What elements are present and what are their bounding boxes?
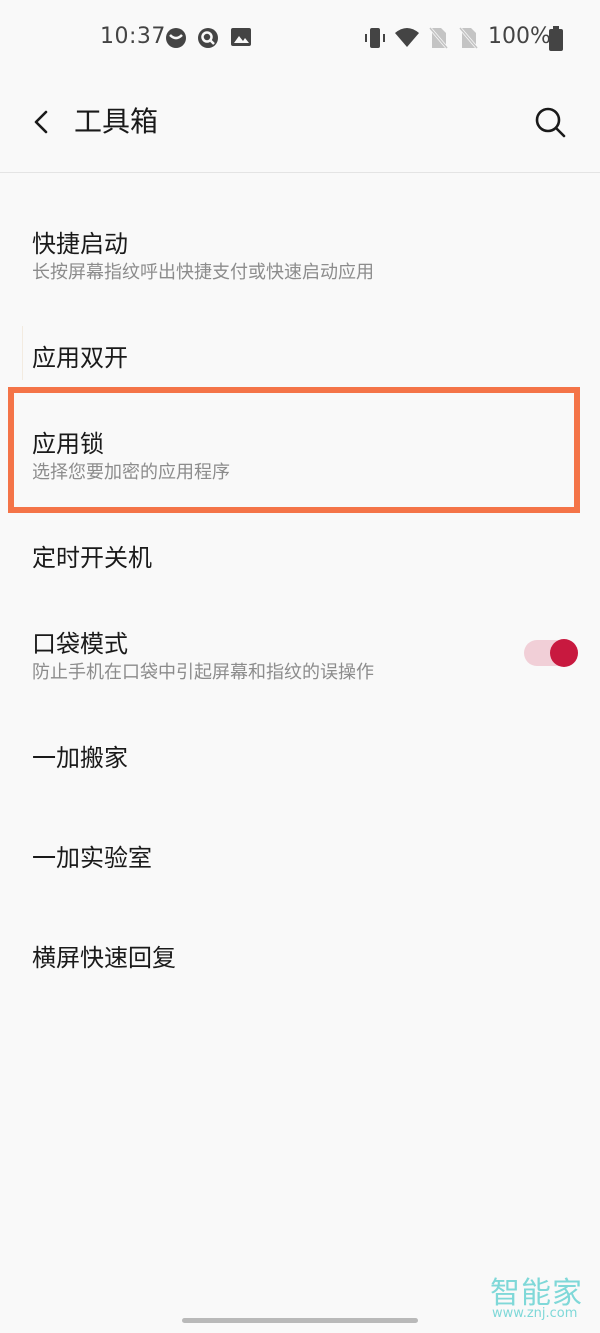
search-button[interactable] — [530, 102, 570, 142]
vibrate-icon — [365, 28, 385, 48]
watermark-url: www.znj.com — [492, 1306, 578, 1321]
chat-icon — [198, 28, 218, 48]
item-title: 快捷启动 — [32, 230, 128, 258]
item-title: 一加实验室 — [32, 844, 152, 872]
no-sim-icon — [428, 27, 448, 49]
item-title: 口袋模式 — [32, 630, 128, 658]
wifi-icon — [395, 28, 419, 47]
list-item-pocket-mode[interactable]: 口袋模式 防止手机在口袋中引起屏幕和指纹的误操作 — [0, 608, 600, 704]
toggle-thumb — [550, 639, 578, 667]
item-subtitle: 长按屏幕指纹呼出快捷支付或快速启动应用 — [32, 262, 374, 283]
battery-percent: 100% — [488, 24, 551, 49]
back-button[interactable] — [26, 106, 58, 138]
item-title: 一加搬家 — [32, 744, 128, 772]
list-item-quick-launch[interactable]: 快捷启动 长按屏幕指纹呼出快捷支付或快速启动应用 — [0, 208, 600, 308]
status-time: 10:37 — [100, 24, 166, 49]
list-item-app-clone[interactable]: 应用双开 — [0, 322, 600, 386]
list-item-quick-reply[interactable]: 横屏快速回复 — [0, 922, 600, 986]
item-subtitle: 选择您要加密的应用程序 — [32, 462, 230, 483]
page-title: 工具箱 — [74, 105, 159, 138]
status-bar: 10:37 100% — [0, 0, 600, 80]
search-icon — [535, 107, 566, 138]
app-header: 工具箱 — [0, 80, 600, 173]
item-title: 横屏快速回复 — [32, 944, 176, 972]
list-item-scheduled-power[interactable]: 定时开关机 — [0, 522, 600, 586]
chevron-left-icon — [34, 110, 48, 134]
item-title: 应用锁 — [32, 430, 104, 458]
dot-icon — [166, 28, 186, 48]
item-title: 应用双开 — [32, 344, 128, 372]
item-title: 定时开关机 — [32, 544, 152, 572]
list-item-app-lock[interactable]: 应用锁 选择您要加密的应用程序 — [0, 408, 600, 498]
home-indicator[interactable] — [182, 1318, 418, 1323]
image-icon — [231, 28, 251, 46]
battery-icon — [549, 26, 563, 51]
list-item-oneplus-lab[interactable]: 一加实验室 — [0, 822, 600, 886]
no-sim-icon — [458, 27, 478, 49]
list-item-oneplus-switch[interactable]: 一加搬家 — [0, 722, 600, 786]
item-subtitle: 防止手机在口袋中引起屏幕和指纹的误操作 — [32, 662, 374, 683]
